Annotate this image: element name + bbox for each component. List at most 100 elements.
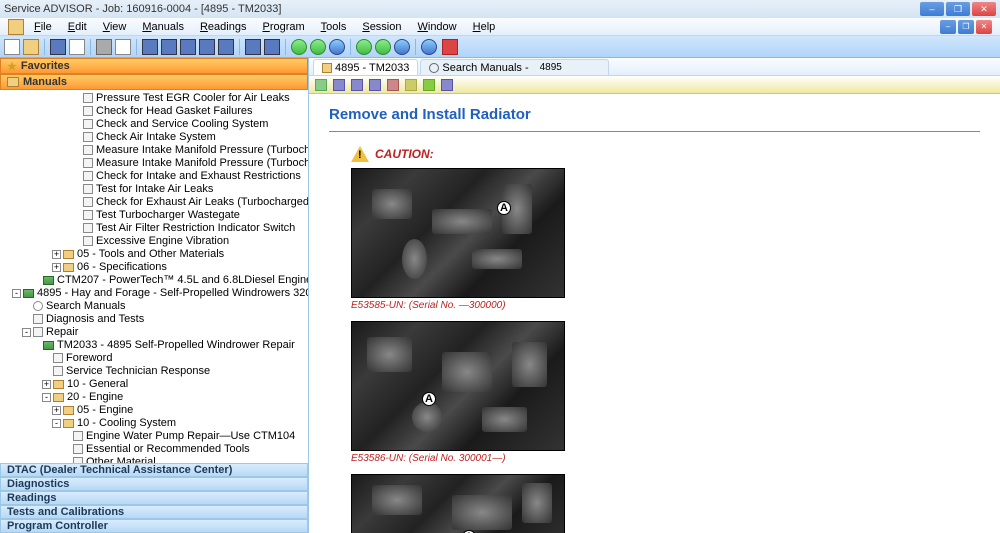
photo-1-caption: E53585-UN: (Serial No. —300000): [351, 300, 980, 311]
menu-file[interactable]: File: [28, 20, 58, 34]
tree-item[interactable]: -20 - Engine: [0, 391, 308, 404]
back-icon[interactable]: [291, 39, 307, 55]
sidebar: ★ Favorites Manuals Pressure Test EGR Co…: [0, 58, 309, 533]
ct-tool3-icon[interactable]: [369, 79, 381, 91]
menu-window[interactable]: Window: [411, 20, 462, 34]
tab-search[interactable]: Search Manuals -: [420, 59, 608, 75]
tree-item[interactable]: Test Air Filter Restriction Indicator Sw…: [0, 222, 308, 235]
tree-item[interactable]: Excessive Engine Vibration: [0, 235, 308, 248]
ct-tool5-icon[interactable]: [405, 79, 417, 91]
tree-item[interactable]: -Repair: [0, 326, 308, 339]
tree-item[interactable]: +10 - General: [0, 378, 308, 391]
menu-manuals[interactable]: Manuals: [136, 20, 190, 34]
ct-tool2-icon[interactable]: [351, 79, 363, 91]
expand-icon[interactable]: +: [52, 406, 61, 415]
tree-item[interactable]: Measure Intake Manifold Pressure (Turboc…: [0, 144, 308, 157]
maximize-button[interactable]: ❐: [946, 2, 970, 16]
tree-item[interactable]: Measure Intake Manifold Pressure (Turboc…: [0, 157, 308, 170]
menu-session[interactable]: Session: [356, 20, 407, 34]
tool6-icon[interactable]: [245, 39, 261, 55]
tree-item[interactable]: Service Technician Response: [0, 365, 308, 378]
expand-icon[interactable]: +: [52, 250, 61, 259]
close-panel-icon[interactable]: [442, 39, 458, 55]
ct-flag-icon[interactable]: [423, 79, 435, 91]
help-icon[interactable]: [421, 39, 437, 55]
tree-item[interactable]: +05 - Engine: [0, 404, 308, 417]
panel-diagnostics[interactable]: Diagnostics: [0, 477, 308, 491]
tree-item[interactable]: Search Manuals: [0, 300, 308, 313]
sidebar-manuals-header[interactable]: Manuals: [0, 74, 308, 90]
open-icon[interactable]: [23, 39, 39, 55]
manual-tree[interactable]: Pressure Test EGR Cooler for Air LeaksCh…: [0, 90, 308, 463]
nav1-icon[interactable]: [356, 39, 372, 55]
forward-icon[interactable]: [310, 39, 326, 55]
expand-icon[interactable]: -: [12, 289, 21, 298]
menu-tools[interactable]: Tools: [315, 20, 353, 34]
tree-item[interactable]: -10 - Cooling System: [0, 417, 308, 430]
tab-manual[interactable]: 4895 - TM2033: [313, 59, 418, 75]
panel-program[interactable]: Program Controller: [0, 519, 308, 533]
tool5-icon[interactable]: [218, 39, 234, 55]
tool1-icon[interactable]: [142, 39, 158, 55]
ct-tool1-icon[interactable]: [333, 79, 345, 91]
tree-item[interactable]: Other Material: [0, 456, 308, 463]
menu-readings[interactable]: Readings: [194, 20, 253, 34]
sidebar-favorites-header[interactable]: ★ Favorites: [0, 58, 308, 74]
tree-item[interactable]: Test Turbocharger Wastegate: [0, 209, 308, 222]
expand-icon[interactable]: -: [52, 419, 61, 428]
tree-item[interactable]: +05 - Tools and Other Materials: [0, 248, 308, 261]
tool2-icon[interactable]: [161, 39, 177, 55]
mdi-close-button[interactable]: ✕: [976, 20, 992, 34]
panel-tests[interactable]: Tests and Calibrations: [0, 505, 308, 519]
tree-item[interactable]: Pressure Test EGR Cooler for Air Leaks: [0, 92, 308, 105]
save-icon[interactable]: [50, 39, 66, 55]
close-button[interactable]: ✕: [972, 2, 996, 16]
menu-help[interactable]: Help: [467, 20, 502, 34]
tree-item[interactable]: TM2033 - 4895 Self-Propelled Windrower R…: [0, 339, 308, 352]
mdi-restore-button[interactable]: ❐: [958, 20, 974, 34]
tool7-icon[interactable]: [264, 39, 280, 55]
tree-item[interactable]: Check Air Intake System: [0, 131, 308, 144]
menu-view[interactable]: View: [97, 20, 133, 34]
tree-item[interactable]: Engine Water Pump Repair—Use CTM104: [0, 430, 308, 443]
tree-item[interactable]: Check for Exhaust Air Leaks (Turbocharge…: [0, 196, 308, 209]
window-title: Service ADVISOR - Job: 160916-0004 - [48…: [4, 3, 920, 15]
tool4-icon[interactable]: [199, 39, 215, 55]
doc-icon[interactable]: [69, 39, 85, 55]
preview-icon[interactable]: [115, 39, 131, 55]
expand-icon[interactable]: -: [42, 393, 51, 402]
menu-edit[interactable]: Edit: [62, 20, 93, 34]
tree-item[interactable]: -4895 - Hay and Forage - Self-Propelled …: [0, 287, 308, 300]
callout-a: A: [422, 392, 436, 406]
tree-item[interactable]: +06 - Specifications: [0, 261, 308, 274]
print-icon[interactable]: [96, 39, 112, 55]
document-view[interactable]: Remove and Install Radiator CAUTION: A E…: [309, 94, 1000, 533]
menu-program[interactable]: Program: [256, 20, 310, 34]
tree-item[interactable]: CTM207 - PowerTech™ 4.5L and 6.8LDiesel …: [0, 274, 308, 287]
nav3-icon[interactable]: [394, 39, 410, 55]
panel-dtac[interactable]: DTAC (Dealer Technical Assistance Center…: [0, 463, 308, 477]
tree-item[interactable]: Check and Service Cooling System: [0, 118, 308, 131]
expand-icon[interactable]: -: [22, 328, 31, 337]
expand-icon[interactable]: +: [52, 263, 61, 272]
menu-bar: File Edit View Manuals Readings Program …: [0, 18, 1000, 36]
tree-item[interactable]: Foreword: [0, 352, 308, 365]
new-icon[interactable]: [4, 39, 20, 55]
nav2-icon[interactable]: [375, 39, 391, 55]
ct-tool4-icon[interactable]: [387, 79, 399, 91]
minimize-button[interactable]: –: [920, 2, 944, 16]
ct-back-icon[interactable]: [315, 79, 327, 91]
refresh-icon[interactable]: [329, 39, 345, 55]
tree-item[interactable]: Diagnosis and Tests: [0, 313, 308, 326]
panel-readings[interactable]: Readings: [0, 491, 308, 505]
tree-item[interactable]: Essential or Recommended Tools: [0, 443, 308, 456]
ct-tool6-icon[interactable]: [441, 79, 453, 91]
leaf-icon: [83, 93, 93, 103]
mdi-minimize-button[interactable]: –: [940, 20, 956, 34]
tree-item[interactable]: Check for Head Gasket Failures: [0, 105, 308, 118]
expand-icon[interactable]: +: [42, 380, 51, 389]
tool3-icon[interactable]: [180, 39, 196, 55]
tree-item[interactable]: Test for Intake Air Leaks: [0, 183, 308, 196]
search-input[interactable]: [536, 61, 596, 75]
tree-item[interactable]: Check for Intake and Exhaust Restriction…: [0, 170, 308, 183]
